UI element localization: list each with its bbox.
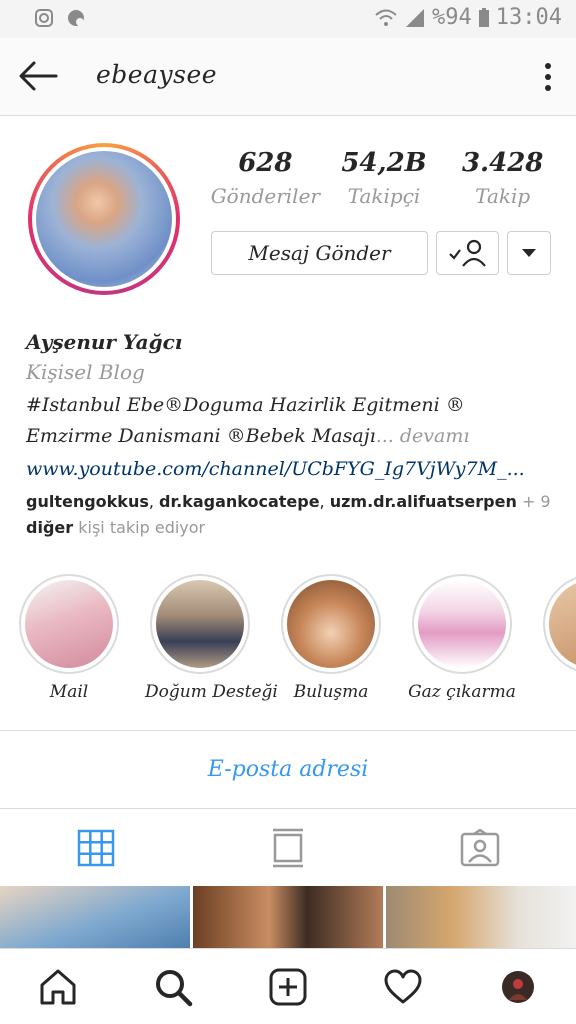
highlight-cover xyxy=(25,580,113,668)
following-button[interactable] xyxy=(436,231,499,275)
bio-line-1: #Istanbul Ebe®Doguma Hazirlik Egitmeni ® xyxy=(26,394,465,416)
highlight-gaz-cikarma[interactable]: Gaz çıkarma xyxy=(407,574,517,702)
stat-posts[interactable]: 628 Gönderiler xyxy=(206,148,325,208)
avatar-photo xyxy=(36,151,172,287)
post-thumbnail[interactable] xyxy=(193,886,383,948)
bottom-navigation xyxy=(0,948,576,1024)
more-options-icon[interactable] xyxy=(538,60,558,94)
profile-tabs xyxy=(0,808,576,886)
caret-down-icon xyxy=(522,249,536,257)
highlight-label: Doğum Desteği xyxy=(145,682,278,702)
highlight-dogum-destegi[interactable]: Doğum Desteği xyxy=(145,574,278,702)
post-thumbnail[interactable] xyxy=(386,886,576,948)
highlight-cover xyxy=(418,580,506,668)
followed-suffix: kişi takip ediyor xyxy=(78,518,206,537)
highlight-label: Buluşma xyxy=(293,682,369,702)
profile-stats: 628 Gönderiler 54,2B Takipçi 3.428 Takip xyxy=(206,148,562,208)
grid-icon xyxy=(77,829,115,866)
tab-grid[interactable] xyxy=(0,809,192,886)
chat-notification-icon xyxy=(68,10,84,26)
stat-following[interactable]: 3.428 Takip xyxy=(443,148,562,208)
others-word: diğer xyxy=(26,518,74,537)
clock: 13:04 xyxy=(495,5,562,30)
highlight-label: Do xyxy=(538,682,576,702)
bio-line-2: Emzirme Danismani ®Bebek Masajı xyxy=(26,425,376,447)
battery-percent: %94 xyxy=(432,5,472,30)
highlight-cover xyxy=(156,580,244,668)
tab-feed[interactable] xyxy=(192,809,384,886)
follower-2[interactable]: dr.kagankocatepe xyxy=(159,492,320,511)
email-button[interactable]: E-posta adresi xyxy=(0,731,576,807)
story-highlights: Mail Doğum Desteği Buluşma Gaz çıkarma D… xyxy=(0,574,576,714)
post-grid xyxy=(0,886,576,948)
profile-header: ebeaysee xyxy=(0,38,576,116)
nav-activity[interactable] xyxy=(373,957,433,1017)
profile-bio: Ayşenur Yağcı Kişisel Blog #Istanbul Ebe… xyxy=(26,330,556,480)
home-icon xyxy=(40,969,76,1004)
others-count: + 9 xyxy=(521,492,551,511)
highlight-mail[interactable]: Mail xyxy=(14,574,124,702)
battery-icon xyxy=(478,7,489,27)
posts-label: Gönderiler xyxy=(210,184,320,208)
bio-line-2-wrap: Emzirme Danismani ®Bebek Masajı... devam… xyxy=(26,421,556,452)
add-post-icon xyxy=(269,968,307,1005)
nav-search[interactable] xyxy=(143,957,203,1017)
followers-count: 54,2B xyxy=(341,148,427,178)
highlight-cover xyxy=(549,580,576,668)
post-thumbnail[interactable] xyxy=(0,886,190,948)
highlight-label: Mail xyxy=(49,682,89,702)
following-label: Takip xyxy=(475,184,531,208)
profile-avatar-icon xyxy=(502,970,535,1003)
wifi-icon xyxy=(375,9,397,26)
bio-text: #Istanbul Ebe®Doguma Hazirlik Egitmeni ®… xyxy=(26,390,556,452)
instagram-notification-icon xyxy=(35,9,53,27)
highlight-bulusma[interactable]: Buluşma xyxy=(276,574,386,702)
status-bar: %94 13:04 xyxy=(0,0,576,38)
highlight-label: Gaz çıkarma xyxy=(408,682,516,702)
posts-count: 628 xyxy=(238,148,293,178)
nav-home[interactable] xyxy=(28,957,88,1017)
back-arrow-icon[interactable] xyxy=(16,56,60,96)
tab-tagged[interactable] xyxy=(384,809,576,886)
website-link[interactable]: www.youtube.com/channel/UCbFYG_Ig7VjWy7M… xyxy=(26,458,556,480)
nav-new-post[interactable] xyxy=(258,957,318,1017)
followed-by[interactable]: gultengokkus, dr.kagankocatepe, uzm.dr.a… xyxy=(26,489,556,541)
profile-avatar[interactable] xyxy=(28,143,180,295)
tagged-person-icon xyxy=(460,828,500,866)
check-person-icon xyxy=(448,239,486,267)
following-count: 3.428 xyxy=(461,148,544,178)
header-username: ebeaysee xyxy=(96,60,218,89)
suggestions-dropdown-button[interactable] xyxy=(507,231,551,275)
nav-profile[interactable] xyxy=(488,957,548,1017)
follower-1[interactable]: gultengokkus xyxy=(26,492,149,511)
feed-icon xyxy=(273,828,303,867)
full-name: Ayşenur Yağcı xyxy=(26,330,183,354)
followers-label: Takipçi xyxy=(347,184,421,208)
highlight-cover xyxy=(287,580,375,668)
stat-followers[interactable]: 54,2B Takipçi xyxy=(325,148,444,208)
search-icon xyxy=(155,969,193,1006)
signal-icon xyxy=(406,8,425,27)
bio-more-link[interactable]: ... devamı xyxy=(376,425,470,447)
message-button[interactable]: Mesaj Gönder xyxy=(211,231,428,275)
highlight-do[interactable]: Do xyxy=(538,574,576,702)
heart-icon xyxy=(384,969,422,1003)
follower-3[interactable]: uzm.dr.alifuatserpen xyxy=(330,492,517,511)
account-category: Kişisel Blog xyxy=(26,360,145,384)
